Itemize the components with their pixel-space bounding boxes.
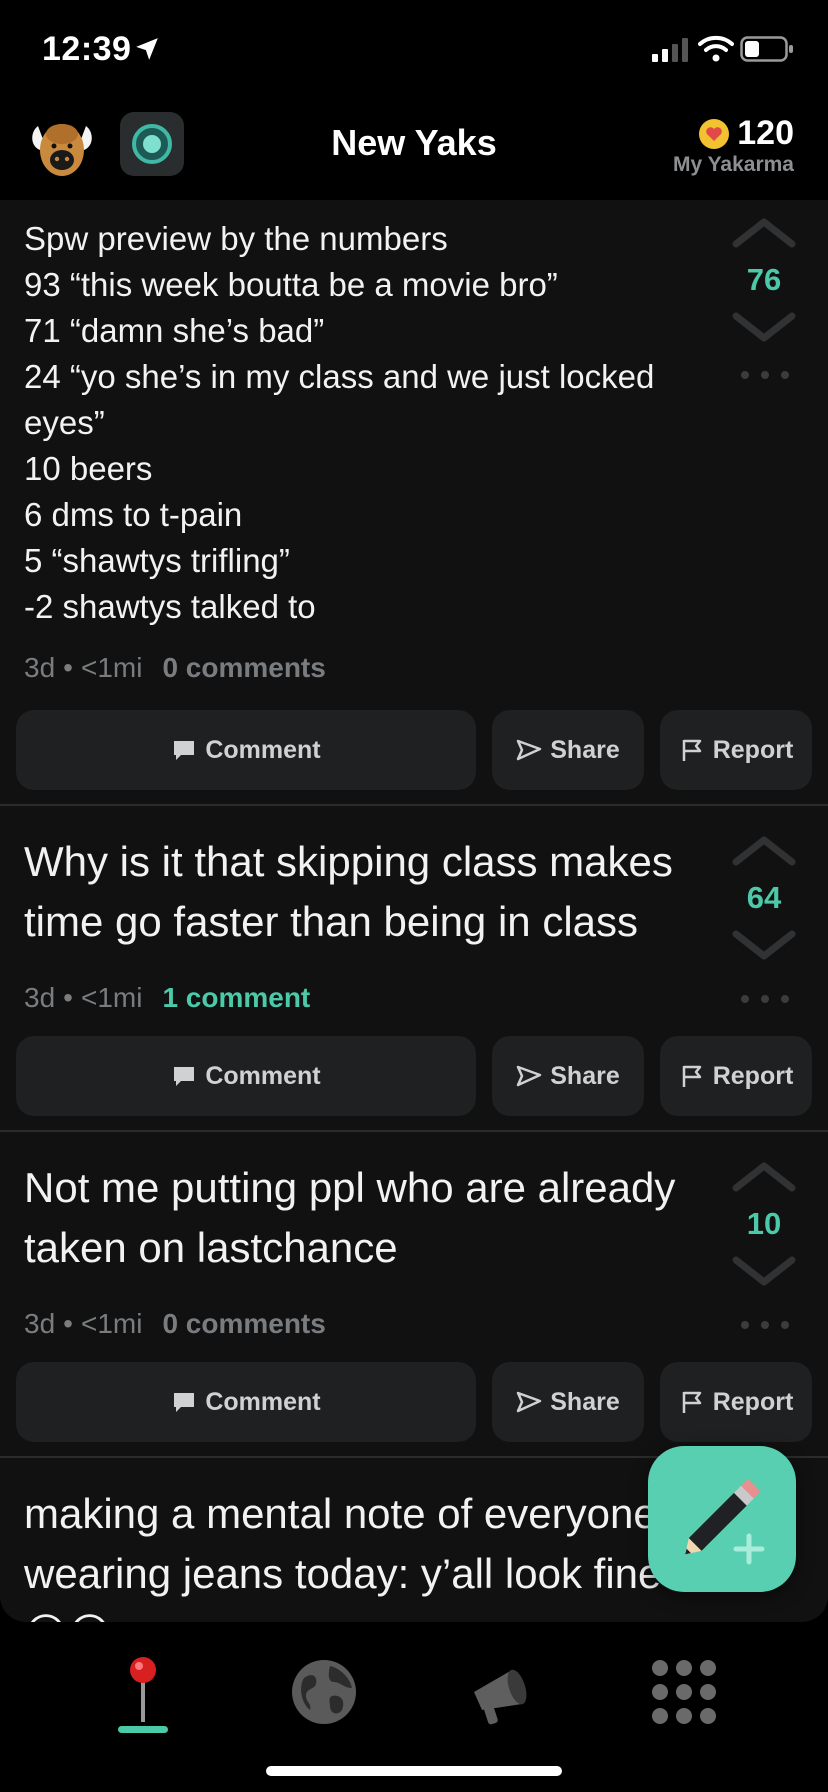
- pin-icon: [130, 1657, 156, 1722]
- comment-label: Comment: [205, 1387, 321, 1416]
- comment-icon: [174, 1393, 195, 1412]
- vote-control: 64: [716, 832, 812, 964]
- comment-icon: [174, 741, 195, 760]
- comments-count[interactable]: 0 comments: [162, 652, 325, 684]
- tab-explore[interactable]: [274, 1642, 374, 1742]
- comment-button[interactable]: Comment: [16, 1362, 476, 1442]
- tab-bar: [0, 1622, 828, 1792]
- location-arrow-icon: [136, 38, 158, 60]
- vote-control: 10: [716, 1158, 812, 1290]
- comment-label: Comment: [205, 1061, 321, 1090]
- feed[interactable]: Spw preview by the numbers 93 “this week…: [0, 200, 828, 1622]
- flag-icon: [682, 1065, 701, 1087]
- karma-value: 120: [737, 114, 794, 152]
- post-distance: <1mi: [80, 1308, 143, 1339]
- meta-separator: •: [63, 652, 73, 683]
- status-time: 12:39: [42, 30, 132, 68]
- wifi-icon: [698, 35, 734, 62]
- share-label: Share: [550, 1061, 620, 1090]
- battery-icon: [740, 36, 793, 62]
- post-text: Spw preview by the numbers 93 “this week…: [24, 220, 655, 625]
- comment-button[interactable]: Comment: [16, 710, 476, 790]
- comment-icon: [174, 1067, 195, 1086]
- pencil-plus-icon: [685, 1479, 765, 1565]
- report-button[interactable]: Report: [660, 710, 812, 790]
- report-label: Report: [712, 1061, 794, 1090]
- downvote-icon[interactable]: [730, 310, 798, 346]
- share-icon: [517, 739, 542, 761]
- share-icon: [517, 1065, 542, 1087]
- flag-icon: [682, 1391, 701, 1413]
- comment-button[interactable]: Comment: [16, 1036, 476, 1116]
- report-button[interactable]: Report: [660, 1362, 812, 1442]
- active-tab-indicator: [118, 1726, 168, 1733]
- home-indicator[interactable]: [266, 1766, 562, 1776]
- karma-label: My Yakarma: [672, 153, 794, 176]
- share-label: Share: [550, 735, 620, 764]
- post-text: making a mental note of everyone wearing…: [24, 1490, 708, 1622]
- more-options-icon[interactable]: [740, 994, 790, 1004]
- post-distance: <1mi: [80, 982, 143, 1013]
- post-age: 3d: [24, 1308, 56, 1339]
- vote-count: 76: [746, 262, 782, 297]
- comments-count[interactable]: 0 comments: [162, 1308, 325, 1340]
- upvote-icon[interactable]: [730, 1158, 798, 1194]
- downvote-icon[interactable]: [730, 928, 798, 964]
- vote-count: 10: [746, 1206, 782, 1241]
- post-age: 3d: [24, 652, 56, 683]
- post-text: Not me putting ppl who are already taken…: [24, 1164, 676, 1271]
- meta-separator: •: [63, 1308, 73, 1339]
- meta-separator: •: [63, 982, 73, 1013]
- post[interactable]: Not me putting ppl who are already taken…: [0, 1132, 828, 1458]
- yakarma[interactable]: 120 My Yakarma: [673, 114, 794, 177]
- header: New Yaks 120 My Yakarma: [0, 100, 828, 200]
- upvote-icon[interactable]: [730, 214, 798, 250]
- megaphone-icon: [474, 1669, 527, 1725]
- post-actions: Comment Share Report: [16, 710, 812, 790]
- post[interactable]: Spw preview by the numbers 93 “this week…: [0, 200, 828, 806]
- report-label: Report: [712, 1387, 794, 1416]
- grid-icon: [652, 1660, 716, 1724]
- report-button[interactable]: Report: [660, 1036, 812, 1116]
- more-options-icon[interactable]: [740, 370, 790, 380]
- flag-icon: [682, 739, 701, 761]
- tab-more[interactable]: [634, 1642, 734, 1742]
- vote-count: 64: [746, 880, 782, 915]
- comments-count[interactable]: 1 comment: [162, 982, 310, 1014]
- compose-button[interactable]: [648, 1446, 796, 1592]
- share-button[interactable]: Share: [492, 710, 644, 790]
- signal-icon: [652, 38, 688, 62]
- post-text: Why is it that skipping class makes time…: [24, 838, 673, 945]
- comment-label: Comment: [205, 735, 321, 764]
- upvote-icon[interactable]: [730, 832, 798, 868]
- report-label: Report: [712, 735, 794, 764]
- globe-icon: [292, 1660, 356, 1724]
- share-icon: [517, 1391, 542, 1413]
- share-button[interactable]: Share: [492, 1036, 644, 1116]
- post-meta: 3d • <1mi 1 comment: [24, 982, 310, 1014]
- vote-control: 76: [716, 214, 812, 346]
- post[interactable]: Why is it that skipping class makes time…: [0, 806, 828, 1132]
- post-meta: 3d • <1mi 0 comments: [24, 1308, 326, 1340]
- post-distance: <1mi: [80, 652, 143, 683]
- downvote-icon[interactable]: [730, 1254, 798, 1290]
- post-actions: Comment Share Report: [16, 1036, 812, 1116]
- post-meta: 3d • <1mi 0 comments: [24, 652, 326, 684]
- heart-icon: [699, 118, 730, 149]
- tab-announcements[interactable]: [452, 1642, 552, 1742]
- share-label: Share: [550, 1387, 620, 1416]
- more-options-icon[interactable]: [740, 1320, 790, 1330]
- share-button[interactable]: Share: [492, 1362, 644, 1442]
- post-age: 3d: [24, 982, 56, 1013]
- status-bar: 12:39: [0, 0, 828, 100]
- post-actions: Comment Share Report: [16, 1362, 812, 1442]
